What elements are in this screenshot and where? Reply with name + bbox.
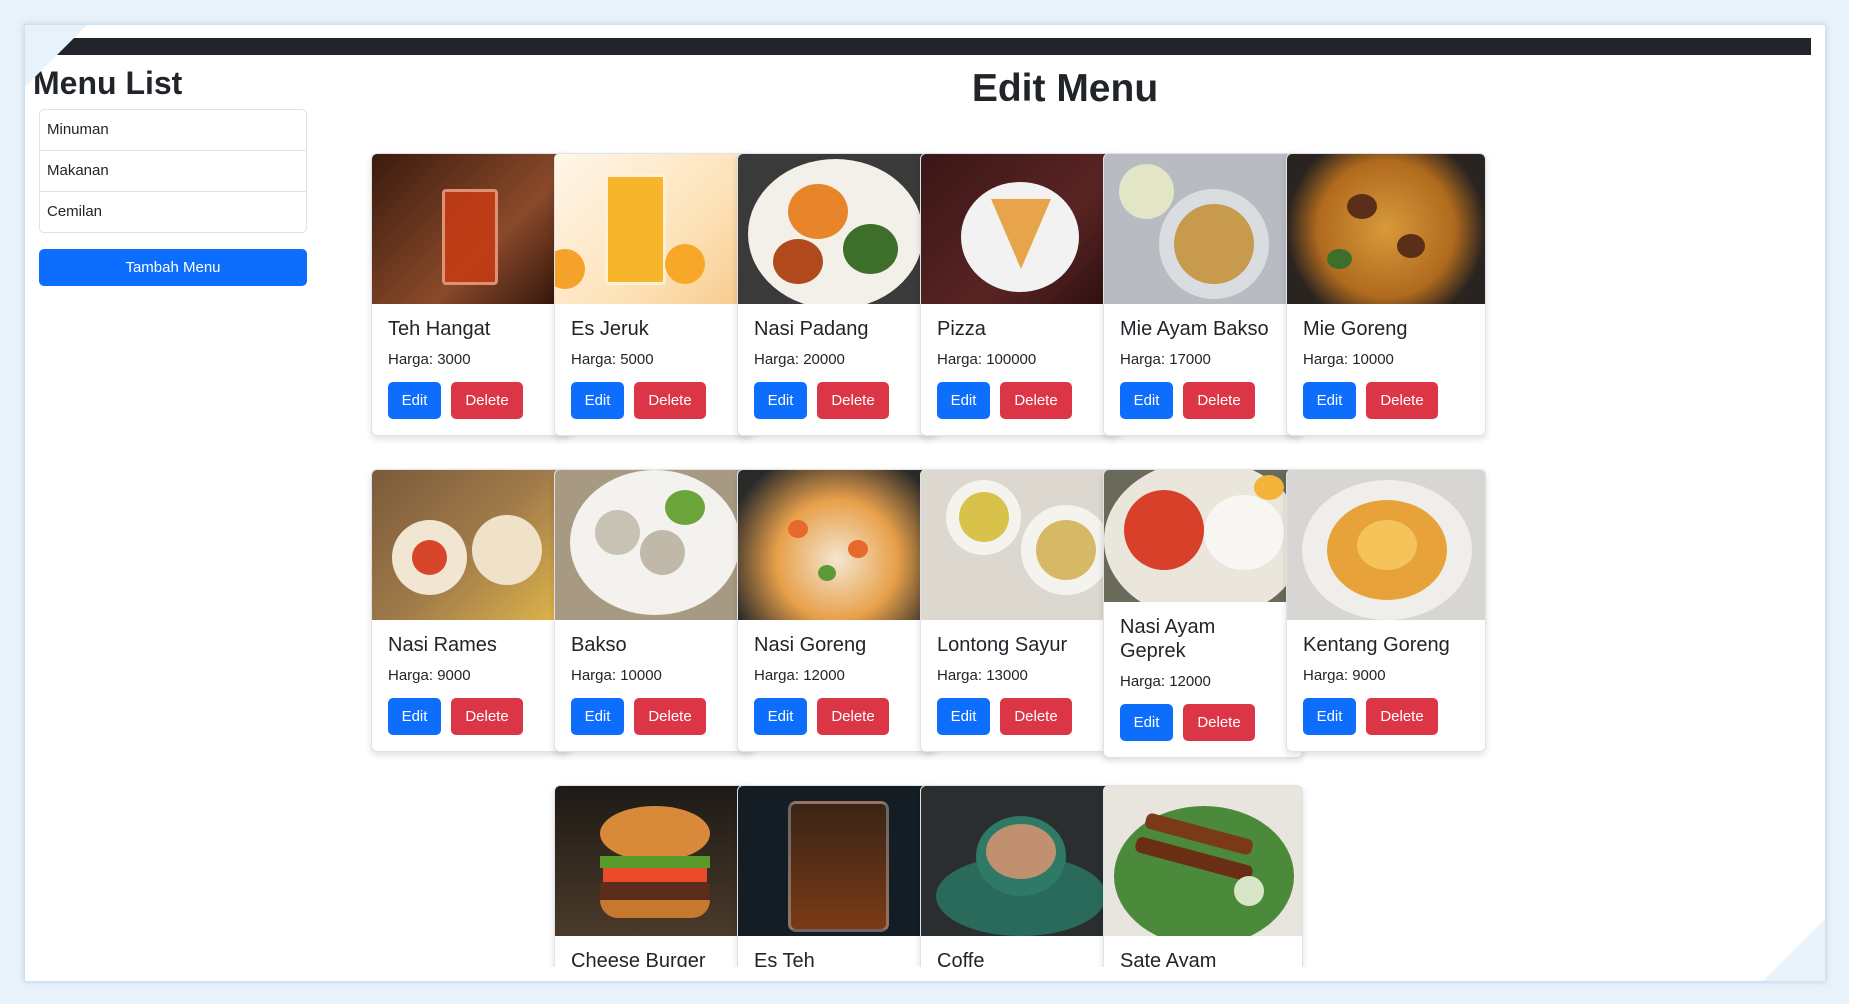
menu-card: Kentang Goreng Harga: 9000 Edit Delete bbox=[1286, 469, 1486, 752]
menu-item-name: Nasi Goreng bbox=[754, 634, 867, 656]
menu-item-name: Mie Ayam Bakso bbox=[1120, 318, 1269, 340]
page-curl-decoration bbox=[25, 25, 87, 87]
menu-card: Pizza Harga: 100000 Edit Delete bbox=[920, 153, 1120, 436]
delete-button[interactable]: Delete bbox=[1000, 698, 1072, 735]
menu-item-image bbox=[372, 470, 570, 620]
menu-card: Teh Hangat Harga: 3000 Edit Delete bbox=[371, 153, 571, 436]
menu-item-name: Kentang Goreng bbox=[1303, 634, 1450, 656]
menu-item-name: Pizza bbox=[937, 318, 986, 340]
menu-item-name: Cheese Burger bbox=[571, 950, 706, 967]
menu-item-price: Harga: 9000 bbox=[1303, 667, 1386, 684]
menu-item-name: Bakso bbox=[571, 634, 627, 656]
delete-button[interactable]: Delete bbox=[634, 698, 706, 735]
browser-viewport: Menu List Minuman Makanan Cemilan Tambah… bbox=[24, 24, 1826, 982]
menu-item-image bbox=[738, 154, 936, 304]
delete-button[interactable]: Delete bbox=[1000, 382, 1072, 419]
delete-button[interactable]: Delete bbox=[634, 382, 706, 419]
menu-item-price: Harga: 10000 bbox=[1303, 351, 1394, 368]
menu-item-image bbox=[1104, 786, 1302, 936]
menu-item-name: Teh Hangat bbox=[388, 318, 491, 340]
delete-button[interactable]: Delete bbox=[817, 698, 889, 735]
menu-item-image bbox=[1104, 154, 1302, 304]
menu-card: Bakso Harga: 10000 Edit Delete bbox=[554, 469, 754, 752]
menu-item-price: Harga: 9000 bbox=[388, 667, 471, 684]
edit-button[interactable]: Edit bbox=[571, 698, 624, 735]
edit-button[interactable]: Edit bbox=[1303, 382, 1356, 419]
delete-button[interactable]: Delete bbox=[1366, 698, 1438, 735]
menu-item-image bbox=[1287, 470, 1485, 620]
menu-card: Sate Ayam bbox=[1103, 785, 1303, 967]
delete-button[interactable]: Delete bbox=[1366, 382, 1438, 419]
menu-card: Mie Ayam Bakso Harga: 17000 Edit Delete bbox=[1103, 153, 1303, 436]
menu-item-name: Nasi Padang bbox=[754, 318, 869, 340]
menu-item-image bbox=[921, 786, 1119, 936]
menu-card: Es Jeruk Harga: 5000 Edit Delete bbox=[554, 153, 754, 436]
delete-button[interactable]: Delete bbox=[1183, 382, 1255, 419]
menu-item-price: Harga: 12000 bbox=[1120, 673, 1211, 690]
menu-item-image bbox=[921, 470, 1119, 620]
edit-button[interactable]: Edit bbox=[754, 698, 807, 735]
menu-item-name: Sate Ayam bbox=[1120, 950, 1217, 967]
menu-item-image bbox=[555, 154, 753, 304]
edit-button[interactable]: Edit bbox=[937, 382, 990, 419]
menu-card: Coffe bbox=[920, 785, 1120, 967]
menu-item-image bbox=[1287, 154, 1485, 304]
menu-item-name: Es Jeruk bbox=[571, 318, 649, 340]
menu-item-price: Harga: 13000 bbox=[937, 667, 1028, 684]
menu-item-image bbox=[738, 470, 936, 620]
menu-item-price: Harga: 5000 bbox=[571, 351, 654, 368]
edit-button[interactable]: Edit bbox=[571, 382, 624, 419]
menu-item-image bbox=[1104, 470, 1302, 602]
menu-item-image bbox=[372, 154, 570, 304]
menu-item-name: Nasi Ayam Geprek bbox=[1120, 616, 1216, 662]
delete-button[interactable]: Delete bbox=[451, 382, 523, 419]
edit-button[interactable]: Edit bbox=[754, 382, 807, 419]
menu-item-image bbox=[921, 154, 1119, 304]
menu-item-price: Harga: 12000 bbox=[754, 667, 845, 684]
menu-card: Lontong Sayur Harga: 13000 Edit Delete bbox=[920, 469, 1120, 752]
edit-button[interactable]: Edit bbox=[1303, 698, 1356, 735]
menu-item-price: Harga: 100000 bbox=[937, 351, 1037, 368]
menu-item-name: Es Teh bbox=[754, 950, 815, 967]
edit-button[interactable]: Edit bbox=[388, 698, 441, 735]
menu-card: Nasi Padang Harga: 20000 Edit Delete bbox=[737, 153, 937, 436]
delete-button[interactable]: Delete bbox=[1183, 704, 1255, 741]
menu-grid: Teh Hangat Harga: 3000 Edit Delete Es Je… bbox=[25, 25, 1825, 967]
menu-card: Cheese Burger bbox=[554, 785, 754, 967]
edit-button[interactable]: Edit bbox=[1120, 382, 1173, 419]
menu-card: Nasi Ayam Geprek Harga: 12000 Edit Delet… bbox=[1103, 469, 1303, 758]
menu-item-name: Mie Goreng bbox=[1303, 318, 1408, 340]
delete-button[interactable]: Delete bbox=[451, 698, 523, 735]
menu-item-price: Harga: 3000 bbox=[388, 351, 471, 368]
menu-card: Nasi Rames Harga: 9000 Edit Delete bbox=[371, 469, 571, 752]
edit-button[interactable]: Edit bbox=[1120, 704, 1173, 741]
menu-item-image bbox=[555, 470, 753, 620]
edit-button[interactable]: Edit bbox=[388, 382, 441, 419]
menu-item-name: Coffe bbox=[937, 950, 985, 967]
delete-button[interactable]: Delete bbox=[817, 382, 889, 419]
menu-card: Es Teh bbox=[737, 785, 937, 967]
menu-card: Nasi Goreng Harga: 12000 Edit Delete bbox=[737, 469, 937, 752]
menu-item-image bbox=[555, 786, 753, 936]
menu-card: Mie Goreng Harga: 10000 Edit Delete bbox=[1286, 153, 1486, 436]
page-curl-decoration bbox=[1763, 919, 1825, 981]
edit-button[interactable]: Edit bbox=[937, 698, 990, 735]
menu-item-name: Nasi Rames bbox=[388, 634, 497, 656]
menu-item-price: Harga: 17000 bbox=[1120, 351, 1211, 368]
menu-item-price: Harga: 20000 bbox=[754, 351, 845, 368]
menu-item-image bbox=[738, 786, 936, 936]
menu-item-name: Lontong Sayur bbox=[937, 634, 1068, 656]
menu-item-price: Harga: 10000 bbox=[571, 667, 662, 684]
